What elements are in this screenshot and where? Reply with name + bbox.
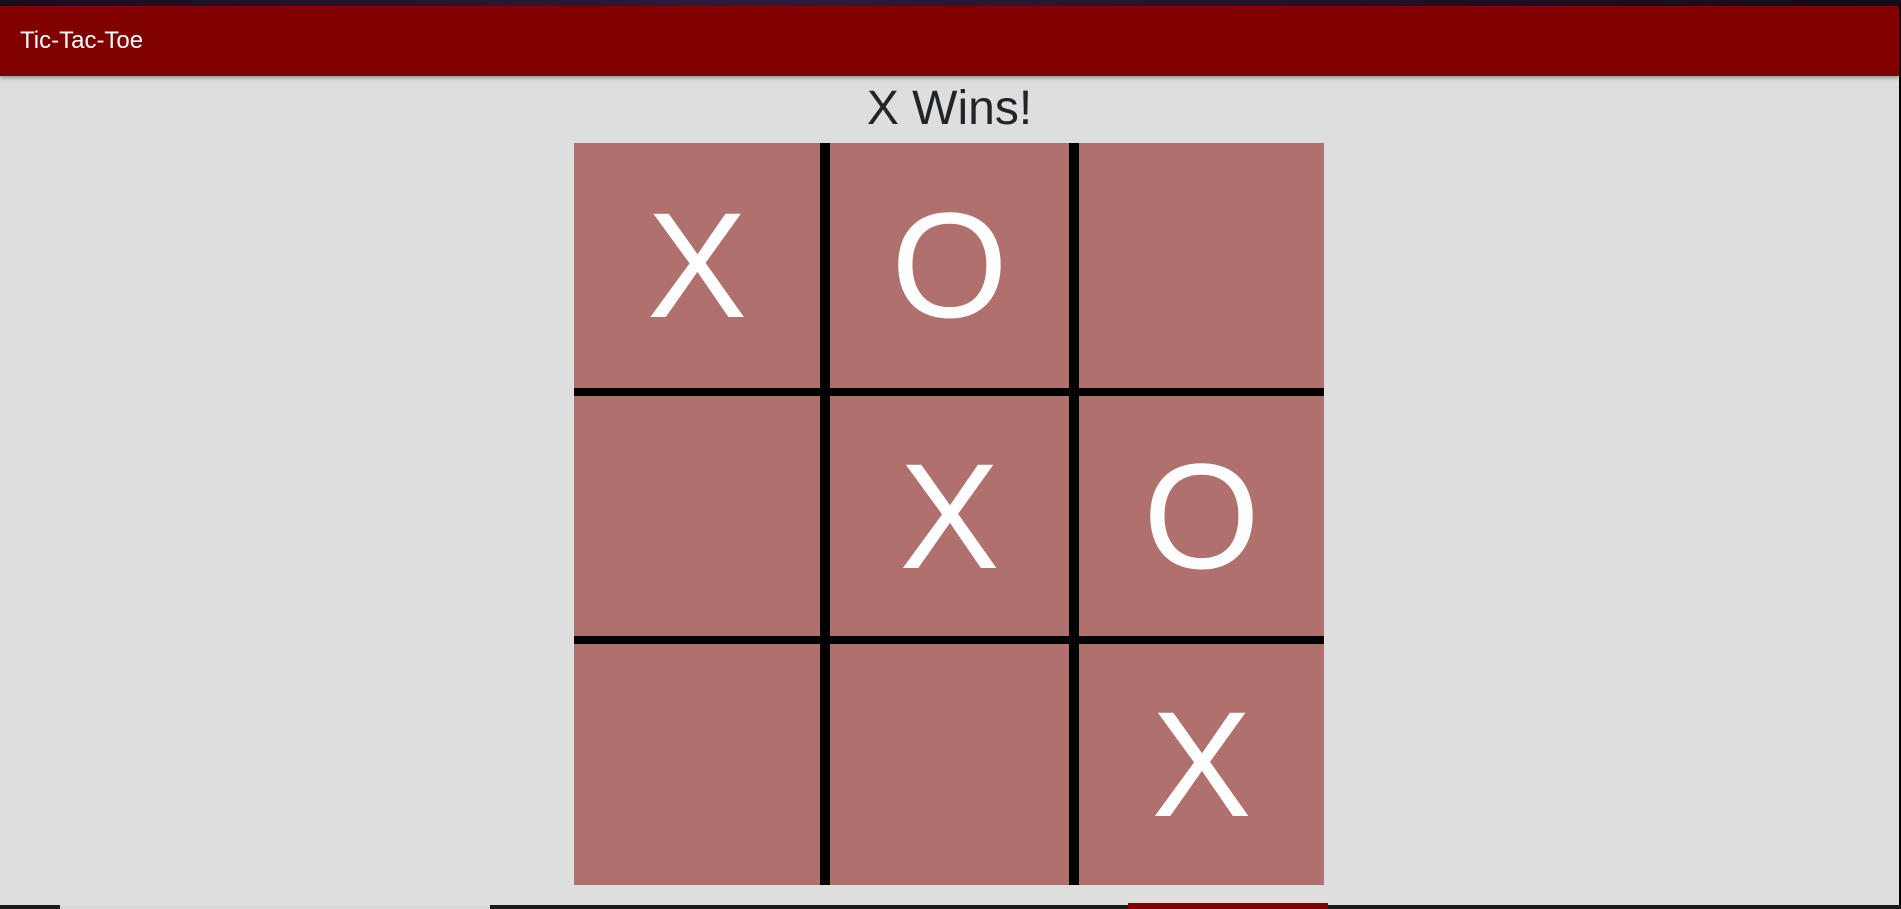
game-board: X O X O X [574, 143, 1324, 885]
board-cell-4[interactable] [574, 396, 820, 636]
board-cell-7[interactable] [574, 644, 820, 885]
board-cell-5[interactable]: X [830, 396, 1069, 636]
board-cell-9[interactable]: X [1079, 644, 1324, 885]
app-container: Tic-Tac-Toe X Wins! X O X O X [0, 6, 1899, 905]
board-cell-2[interactable]: O [830, 143, 1069, 388]
navbar: Tic-Tac-Toe [0, 6, 1899, 76]
bottom-strip-segment [60, 905, 490, 909]
game-status: X Wins! [866, 82, 1033, 135]
board-cell-6[interactable]: O [1079, 396, 1324, 636]
board-cell-1[interactable]: X [574, 143, 820, 388]
board-cell-8[interactable] [830, 644, 1069, 885]
board-cell-3[interactable] [1079, 143, 1324, 388]
bottom-strip-accent [1128, 903, 1328, 909]
app-title[interactable]: Tic-Tac-Toe [20, 27, 143, 55]
